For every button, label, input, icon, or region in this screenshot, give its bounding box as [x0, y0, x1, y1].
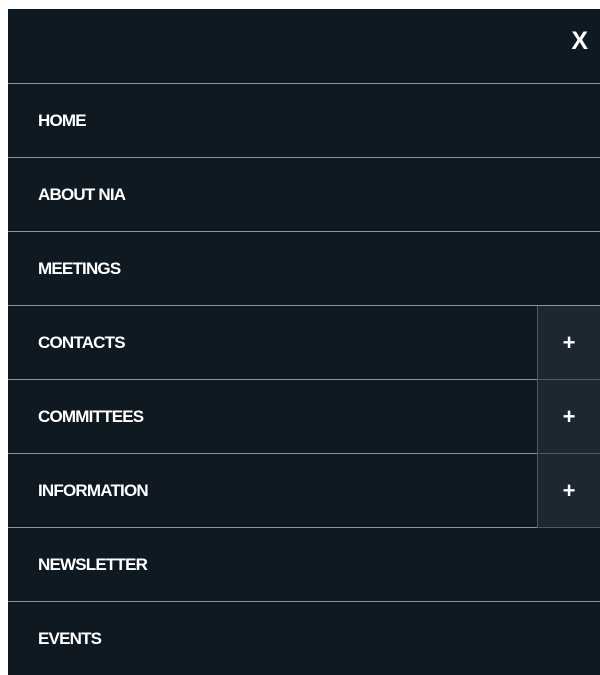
- menu-item-label[interactable]: NEWSLETTER: [8, 555, 148, 575]
- menu-item-committees[interactable]: COMMITTEES +: [8, 380, 600, 454]
- menu-item-label[interactable]: EVENTS: [8, 629, 102, 649]
- menu-item-events[interactable]: EVENTS: [8, 602, 600, 675]
- expand-information-button[interactable]: +: [537, 454, 600, 528]
- menu-header: X: [8, 9, 600, 84]
- menu-item-label[interactable]: ABOUT NIA: [8, 185, 126, 205]
- mobile-nav-menu: X HOME ABOUT NIA MEETINGS CONTACTS + COM…: [8, 9, 600, 675]
- menu-item-label[interactable]: INFORMATION: [8, 481, 149, 501]
- menu-item-information[interactable]: INFORMATION +: [8, 454, 600, 528]
- expand-committees-button[interactable]: +: [537, 380, 600, 454]
- menu-item-meetings[interactable]: MEETINGS: [8, 232, 600, 306]
- menu-item-label[interactable]: HOME: [8, 111, 87, 131]
- menu-item-about-nia[interactable]: ABOUT NIA: [8, 158, 600, 232]
- menu-item-contacts[interactable]: CONTACTS +: [8, 306, 600, 380]
- menu-item-home[interactable]: HOME: [8, 84, 600, 158]
- expand-contacts-button[interactable]: +: [537, 306, 600, 380]
- menu-item-label[interactable]: COMMITTEES: [8, 407, 144, 427]
- menu-item-newsletter[interactable]: NEWSLETTER: [8, 528, 600, 602]
- close-menu-button[interactable]: X: [571, 27, 588, 55]
- menu-item-label[interactable]: CONTACTS: [8, 333, 126, 353]
- menu-item-label[interactable]: MEETINGS: [8, 259, 121, 279]
